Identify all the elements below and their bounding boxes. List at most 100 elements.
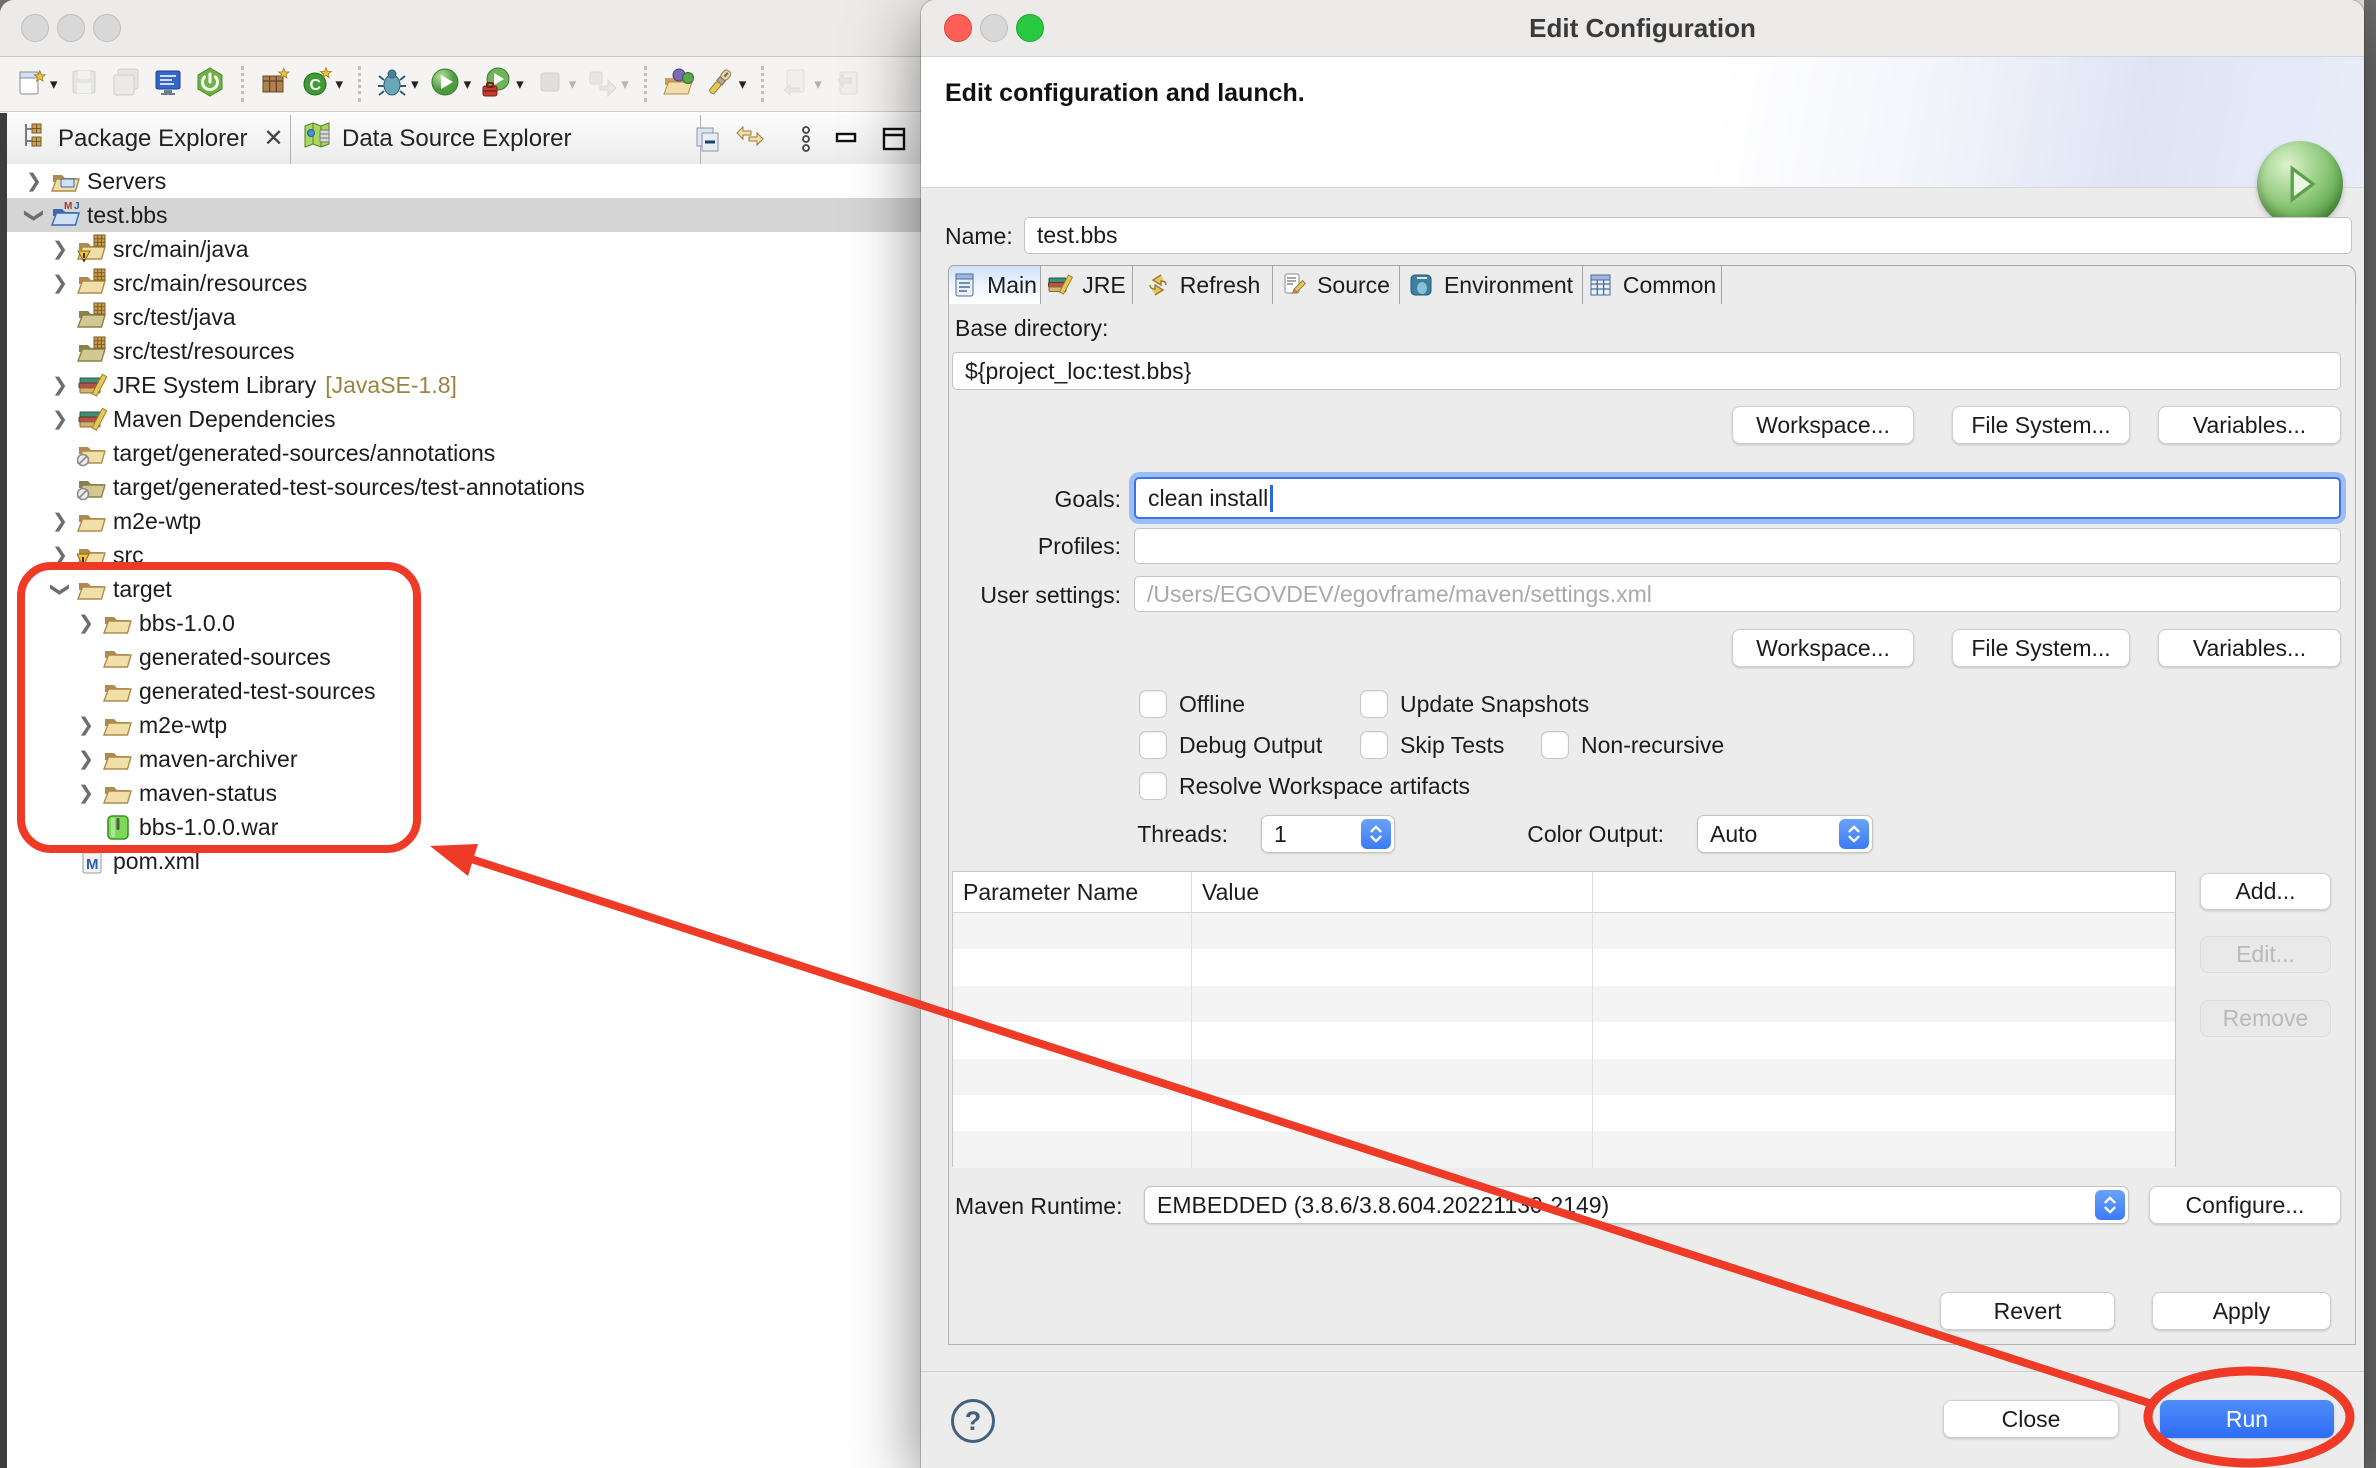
variables-button-2[interactable]: Variables... — [2158, 629, 2341, 667]
checkbox-box[interactable] — [1360, 731, 1388, 759]
help-icon[interactable]: ? — [951, 1399, 995, 1443]
base-directory-label: Base directory: — [955, 315, 1108, 342]
tab-label: Main — [987, 272, 1037, 299]
checkbox-box[interactable] — [1139, 731, 1167, 759]
cell-value — [1191, 986, 1592, 1022]
dropdown-caret-icon[interactable]: ▾ — [50, 75, 58, 93]
zoom-window-button[interactable] — [93, 14, 121, 42]
chevron-right-icon[interactable]: ❯ — [75, 748, 97, 771]
configure-button[interactable]: Configure... — [2149, 1186, 2341, 1224]
new-wizard-button[interactable]: ▾ — [15, 64, 58, 104]
checkbox-offline[interactable]: Offline — [1139, 690, 1245, 718]
dropdown-caret-icon[interactable]: ▾ — [464, 75, 472, 93]
maximize-view-icon[interactable] — [876, 121, 912, 157]
close-button[interactable]: Close — [1943, 1400, 2119, 1438]
tab-package-explorer[interactable]: Package Explorer ✕ — [18, 113, 284, 164]
chevron-right-icon[interactable]: ❯ — [49, 374, 71, 397]
spring-boot-button[interactable] — [194, 64, 226, 104]
chevron-right-icon[interactable]: ❯ — [49, 408, 71, 431]
collapse-all-icon[interactable] — [690, 121, 726, 157]
remove-button[interactable]: Remove — [2200, 1000, 2331, 1037]
view-menu-icon[interactable] — [788, 121, 824, 157]
close-tab-icon[interactable]: ✕ — [263, 124, 283, 153]
table-row[interactable] — [953, 1059, 2175, 1095]
name-input[interactable]: test.bbs — [1024, 217, 2352, 254]
edit-button[interactable]: Edit... — [2200, 936, 2331, 973]
package-folder-warning — [77, 234, 107, 264]
chevron-right-icon[interactable]: ❯ — [49, 544, 71, 567]
column-parameter-name[interactable]: Parameter Name — [953, 879, 1191, 906]
tab-environment[interactable]: Environment — [1400, 266, 1583, 304]
external-tools-button[interactable]: ▾ — [481, 64, 524, 104]
dropdown-caret-icon[interactable]: ▾ — [516, 75, 524, 93]
checkbox-resolve-workspace-artifacts[interactable]: Resolve Workspace artifacts — [1139, 772, 1470, 800]
table-row[interactable] — [953, 913, 2175, 949]
tab-main[interactable]: Main — [949, 266, 1041, 304]
table-row[interactable] — [953, 949, 2175, 985]
color-output-select[interactable]: Auto — [1697, 815, 1873, 853]
new-package-button[interactable] — [259, 64, 291, 104]
table-row[interactable] — [953, 1131, 2175, 1167]
chevron-right-icon[interactable]: ❯ — [75, 782, 97, 805]
tree-item-label: Maven Dependencies — [113, 406, 335, 433]
workspace-button-1[interactable]: Workspace... — [1732, 406, 1914, 444]
tab-source[interactable]: Source — [1273, 266, 1400, 304]
minimize-view-icon[interactable] — [828, 121, 864, 157]
dialog-title: Edit Configuration — [921, 0, 2364, 56]
checkbox-debug-output[interactable]: Debug Output — [1139, 731, 1322, 759]
tab-refresh[interactable]: Refresh — [1133, 266, 1273, 304]
link-with-editor-icon[interactable] — [732, 121, 768, 157]
new-class-button[interactable]: C▾ — [301, 64, 344, 104]
workspace-button-2[interactable]: Workspace... — [1732, 629, 1914, 667]
table-row[interactable] — [953, 1022, 2175, 1058]
file-system-button-1[interactable]: File System... — [1952, 406, 2130, 444]
checkbox-label: Non-recursive — [1581, 732, 1724, 759]
threads-select[interactable]: 1 — [1261, 815, 1395, 853]
chevron-right-icon[interactable]: ❯ — [49, 238, 71, 261]
maven-runtime-select[interactable]: EMBEDDED (3.8.6/3.8.604.20221130-2149) — [1144, 1186, 2129, 1224]
table-row[interactable] — [953, 1095, 2175, 1131]
column-value[interactable]: Value — [1191, 872, 1592, 912]
file-system-button-2[interactable]: File System... — [1952, 629, 2130, 667]
chevron-right-icon[interactable]: ❯ — [75, 714, 97, 737]
chevron-right-icon[interactable]: ❯ — [49, 272, 71, 295]
chevron-right-icon[interactable]: ❯ — [75, 612, 97, 635]
search-button[interactable]: ▾ — [704, 64, 747, 104]
dropdown-caret-icon[interactable]: ▾ — [411, 75, 419, 93]
add-button[interactable]: Add... — [2200, 873, 2331, 910]
checkbox-box[interactable] — [1139, 690, 1167, 718]
run-button[interactable]: ▾ — [429, 64, 472, 104]
chevron-right-icon[interactable]: ❯ — [49, 510, 71, 533]
chevron-right-icon[interactable]: ❯ — [23, 170, 45, 193]
dropdown-caret-icon[interactable]: ▾ — [739, 75, 747, 93]
profiles-input[interactable] — [1134, 528, 2341, 564]
tab-jre[interactable]: JRE — [1041, 266, 1133, 304]
run-button[interactable]: Run — [2160, 1400, 2334, 1438]
maven-runtime-label: Maven Runtime: — [955, 1193, 1122, 1220]
base-directory-input[interactable]: ${project_loc:test.bbs} — [952, 352, 2341, 390]
checkbox-box[interactable] — [1541, 731, 1569, 759]
checkbox-non-recursive[interactable]: Non-recursive — [1541, 731, 1724, 759]
checkbox-box[interactable] — [1360, 690, 1388, 718]
dropdown-caret-icon[interactable]: ▾ — [336, 75, 344, 93]
checkbox-update-snapshots[interactable]: Update Snapshots — [1360, 690, 1589, 718]
console-button[interactable] — [152, 64, 184, 104]
chevron-down-icon[interactable]: ❯ — [23, 204, 46, 226]
debug-button[interactable]: ▾ — [376, 64, 419, 104]
apply-button[interactable]: Apply — [2152, 1292, 2331, 1330]
chevron-down-icon[interactable]: ❯ — [49, 578, 72, 600]
checkbox-skip-tests[interactable]: Skip Tests — [1360, 731, 1504, 759]
table-row[interactable] — [953, 986, 2175, 1022]
new-class-icon: C — [301, 66, 333, 103]
user-settings-input[interactable]: /Users/EGOVDEV/egovframe/maven/settings.… — [1134, 576, 2341, 612]
checkbox-box[interactable] — [1139, 772, 1167, 800]
tab-data-source-explorer[interactable]: Data Source Explorer — [302, 113, 571, 164]
close-window-button[interactable] — [21, 14, 49, 42]
revert-button[interactable]: Revert — [1940, 1292, 2115, 1330]
tab-common[interactable]: Common — [1583, 266, 1722, 304]
run-icon — [429, 66, 461, 103]
goals-input[interactable]: clean install — [1134, 477, 2341, 519]
variables-button-1[interactable]: Variables... — [2158, 406, 2341, 444]
minimize-window-button[interactable] — [57, 14, 85, 42]
open-resource-button[interactable] — [662, 64, 694, 104]
